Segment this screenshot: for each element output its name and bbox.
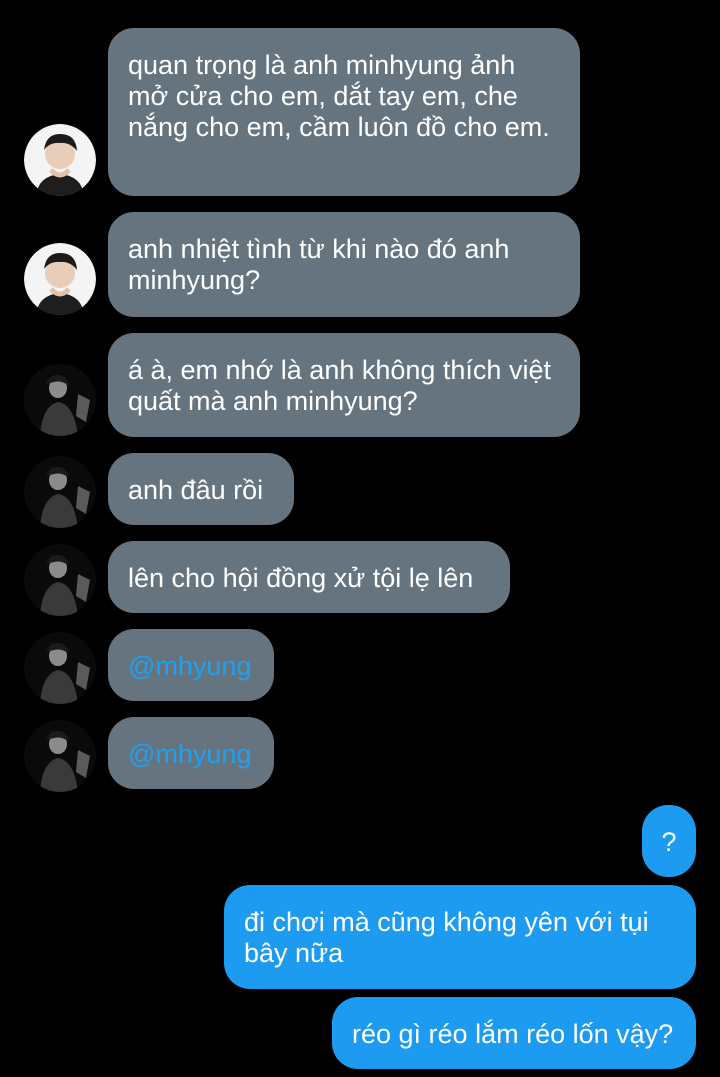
message-bubble[interactable]: @mhyung xyxy=(108,629,274,701)
chat-thread: quan trọng là anh minhyung ảnh mở cửa ch… xyxy=(0,0,720,1077)
avatar[interactable] xyxy=(24,364,96,436)
message-text: anh nhiệt tình từ khi nào đó anh minhyun… xyxy=(128,234,510,295)
message-bubble[interactable]: lên cho hội đồng xử tội lẹ lên xyxy=(108,541,510,613)
message-bubble[interactable]: anh nhiệt tình từ khi nào đó anh minhyun… xyxy=(108,212,580,317)
message-text: anh đâu rồi xyxy=(128,475,264,505)
avatar[interactable] xyxy=(24,243,96,315)
message-text: lên cho hội đồng xử tội lẹ lên xyxy=(128,563,474,593)
message-text: quan trọng là anh minhyung ảnh mở cửa ch… xyxy=(128,50,550,142)
message-bubble-outgoing[interactable]: đi chơi mà cũng không yên với tụi bây nữ… xyxy=(224,885,696,989)
message-bubble[interactable]: quan trọng là anh minhyung ảnh mở cửa ch… xyxy=(108,28,580,196)
message-text: ? xyxy=(661,827,677,857)
message-text: á à, em nhớ là anh không thích việt quất… xyxy=(128,355,551,416)
mention-link[interactable]: @mhyung xyxy=(128,651,251,681)
message-bubble-outgoing[interactable]: ? xyxy=(642,805,696,877)
message-bubble[interactable]: @mhyung xyxy=(108,717,274,789)
avatar[interactable] xyxy=(24,632,96,704)
message-text: đi chơi mà cũng không yên với tụi bây nữ… xyxy=(244,907,649,968)
message-text: réo gì réo lắm réo lốn vậy? xyxy=(352,1019,674,1049)
message-bubble[interactable]: anh đâu rồi xyxy=(108,453,294,525)
avatar[interactable] xyxy=(24,124,96,196)
message-bubble-outgoing[interactable]: réo gì réo lắm réo lốn vậy? xyxy=(332,997,696,1069)
avatar[interactable] xyxy=(24,720,96,792)
avatar[interactable] xyxy=(24,544,96,616)
mention-link[interactable]: @mhyung xyxy=(128,739,251,769)
message-bubble[interactable]: á à, em nhớ là anh không thích việt quất… xyxy=(108,333,580,437)
avatar[interactable] xyxy=(24,456,96,528)
